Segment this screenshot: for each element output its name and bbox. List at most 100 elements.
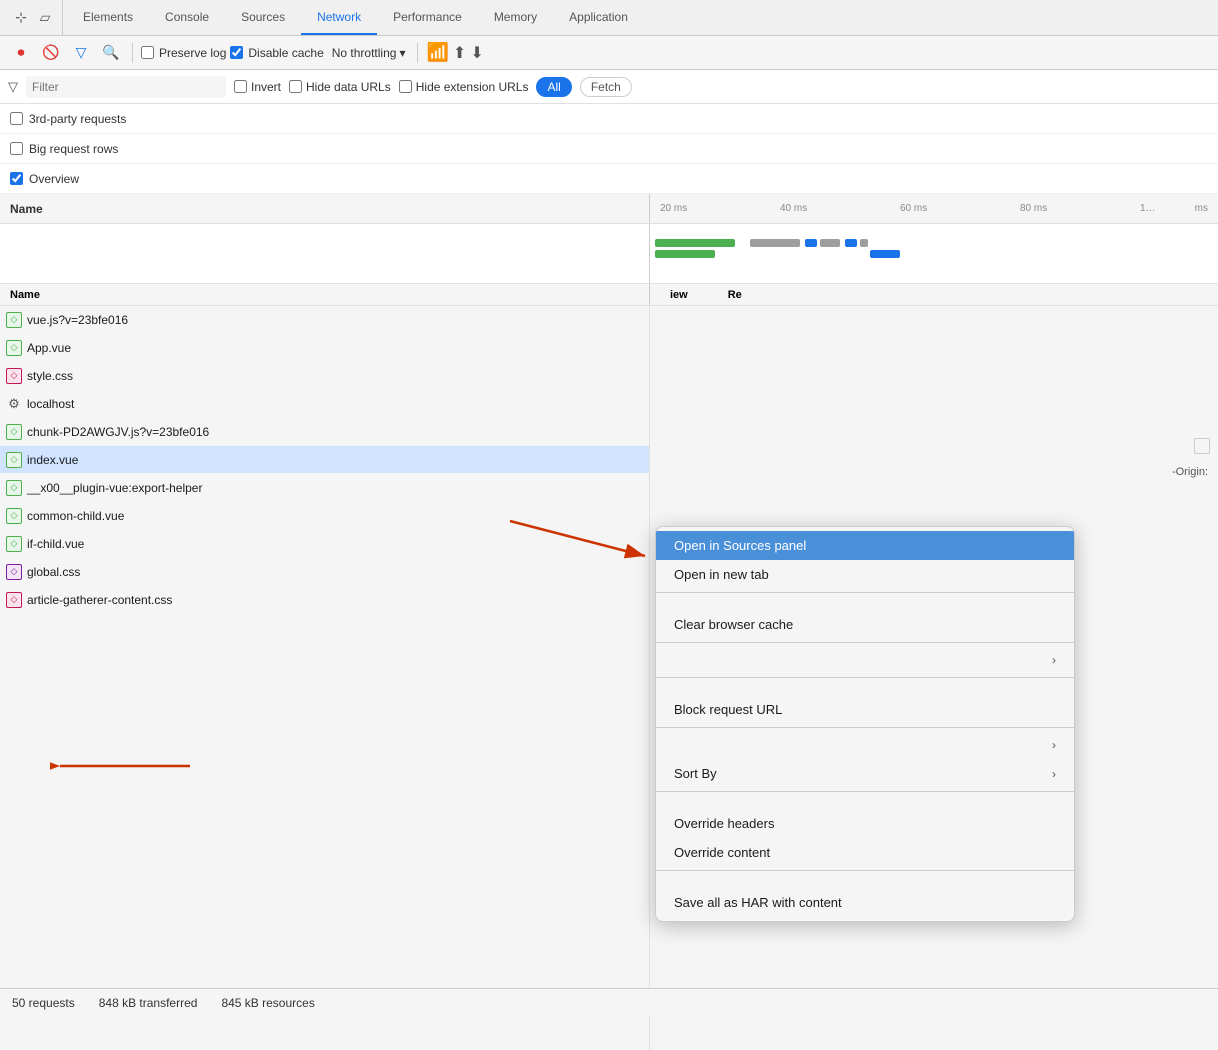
tab-application[interactable]: Application <box>553 0 644 35</box>
context-menu: Open in Sources panel Open in new tab Cl… <box>655 526 1075 922</box>
ctx-block-domain[interactable]: Block request URL <box>656 695 1074 724</box>
request-row[interactable]: ◇ global.css <box>0 558 649 586</box>
clear-button[interactable]: 🚫 <box>38 40 64 66</box>
tab-elements[interactable]: Elements <box>67 0 149 35</box>
big-request-rows-checkbox[interactable] <box>10 142 23 155</box>
devtools-icons: ⊹ ▱ <box>4 0 63 35</box>
options-row-3: Overview <box>0 164 1218 194</box>
filter-bar: ▽ Invert Hide data URLs Hide extension U… <box>0 70 1218 104</box>
timeline-chart <box>0 224 1218 284</box>
big-request-rows-label[interactable]: Big request rows <box>10 142 118 156</box>
tab-performance[interactable]: Performance <box>377 0 478 35</box>
hide-extension-urls-label[interactable]: Hide extension URLs <box>399 80 529 94</box>
third-party-checkbox[interactable] <box>10 112 23 125</box>
hide-extension-urls-checkbox[interactable] <box>399 80 412 93</box>
inspect-icon[interactable]: ⊹ <box>12 9 30 27</box>
throttle-selector[interactable]: No throttling ▾ <box>328 44 410 62</box>
disable-cache-checkbox[interactable] <box>230 46 243 59</box>
tab-network[interactable]: Network <box>301 0 377 35</box>
requests-count: 50 requests <box>12 996 75 1010</box>
request-row[interactable]: ◇ common-child.vue <box>0 502 649 530</box>
tab-sources[interactable]: Sources <box>225 0 301 35</box>
preserve-log-checkbox[interactable] <box>141 46 154 59</box>
request-row[interactable]: ◇ vue.js?v=23bfe016 <box>0 306 649 334</box>
css-icon: ◇ <box>6 368 22 384</box>
ctx-override-content[interactable]: Override headers <box>656 809 1074 838</box>
vue-icon: ◇ <box>6 536 22 552</box>
vue-icon: ◇ <box>6 424 22 440</box>
ruler-60ms: 60 ms <box>900 203 927 214</box>
ctx-override-headers[interactable] <box>656 795 1074 809</box>
ruler-20ms: 20 ms <box>660 203 687 214</box>
ctx-save-as[interactable]: Save all as HAR with content <box>656 888 1074 917</box>
ctx-sep-6 <box>656 870 1074 871</box>
hide-data-urls-checkbox[interactable] <box>289 80 302 93</box>
filter-toggle-button[interactable]: ▽ <box>68 40 94 66</box>
vue-icon: ◇ <box>6 452 22 468</box>
separator-1 <box>132 43 133 63</box>
record-button[interactable]: ⏺ <box>8 40 34 66</box>
ctx-header-options[interactable]: Sort By › <box>656 759 1074 788</box>
timeline-chart-left <box>0 224 650 283</box>
device-mode-icon[interactable]: ▱ <box>36 9 54 27</box>
ctx-copy[interactable]: › <box>656 646 1074 674</box>
ctx-header-arrow: › <box>1052 767 1056 781</box>
chart-bar-blue-1 <box>805 239 817 247</box>
tabs-container: Elements Console Sources Network Perform… <box>67 0 644 35</box>
chart-bar-green-2 <box>655 250 715 258</box>
ruler-80ms: 80 ms <box>1020 203 1047 214</box>
filter-fetch-button[interactable]: Fetch <box>580 77 632 97</box>
tab-console[interactable]: Console <box>149 0 225 35</box>
ctx-show-overrides[interactable]: Override content <box>656 838 1074 867</box>
main-content: 3rd-party requests Big request rows Over… <box>0 104 1218 1050</box>
options-row-1: 3rd-party requests <box>0 104 1218 134</box>
ctx-sep-2 <box>656 642 1074 643</box>
ctx-sep-4 <box>656 727 1074 728</box>
request-row[interactable]: ⚙ localhost <box>0 390 649 418</box>
invert-checkbox[interactable] <box>234 80 247 93</box>
request-row-selected[interactable]: ◇ index.vue <box>0 446 649 474</box>
hide-data-urls-label[interactable]: Hide data URLs <box>289 80 391 94</box>
network-toolbar: ⏺ 🚫 ▽ 🔍 Preserve log Disable cache No th… <box>0 36 1218 70</box>
ctx-clear-cache[interactable] <box>656 596 1074 610</box>
overview-label[interactable]: Overview <box>10 172 79 186</box>
chart-bar-gray-2 <box>820 239 840 247</box>
ctx-open-new-tab[interactable]: Open in new tab <box>656 560 1074 589</box>
ctx-save-har[interactable] <box>656 874 1074 888</box>
chevron-down-icon: ▾ <box>399 46 405 60</box>
transferred-size: 848 kB transferred <box>99 996 198 1010</box>
css-icon-2: ◇ <box>6 592 22 608</box>
overview-checkbox[interactable] <box>10 172 23 185</box>
third-party-label[interactable]: 3rd-party requests <box>10 112 126 126</box>
request-row[interactable]: ◇ if-child.vue <box>0 530 649 558</box>
search-button[interactable]: 🔍 <box>98 40 124 66</box>
vue-icon: ◇ <box>6 312 22 328</box>
right-col-checkbox-area <box>1194 438 1210 454</box>
request-row[interactable]: ◇ App.vue <box>0 334 649 362</box>
timeline-chart-right <box>650 224 1218 283</box>
ruler-ms: ms <box>1195 203 1208 214</box>
ctx-open-sources[interactable]: Open in Sources panel <box>656 531 1074 560</box>
invert-label[interactable]: Invert <box>234 80 281 94</box>
right-col-text-1: -Origin: <box>1172 466 1208 478</box>
response-col-header: Re <box>728 289 742 301</box>
chart-bar-gray-3 <box>860 239 868 247</box>
vue-icon: ◇ <box>6 480 22 496</box>
timeline-ruler: 20 ms 40 ms 60 ms 80 ms 1… ms <box>650 194 1218 223</box>
request-row[interactable]: ◇ style.css <box>0 362 649 390</box>
request-row[interactable]: ◇ chunk-PD2AWGJV.js?v=23bfe016 <box>0 418 649 446</box>
filter-input[interactable] <box>26 76 226 98</box>
filter-all-button[interactable]: All <box>536 77 571 97</box>
preserve-log-label[interactable]: Preserve log <box>141 46 226 60</box>
ctx-clear-cookies[interactable]: Clear browser cache <box>656 610 1074 639</box>
tab-memory[interactable]: Memory <box>478 0 553 35</box>
request-row[interactable]: ◇ __x00__plugin-vue:export-helper <box>0 474 649 502</box>
disable-cache-label[interactable]: Disable cache <box>230 46 323 60</box>
request-row[interactable]: ◇ article-gatherer-content.css <box>0 586 649 614</box>
ctx-sort-arrow: › <box>1052 738 1056 752</box>
gear-icon: ⚙ <box>6 396 22 412</box>
options-row-2: Big request rows <box>0 134 1218 164</box>
vue-icon: ◇ <box>6 340 22 356</box>
ctx-sort-by[interactable]: › <box>656 731 1074 759</box>
ctx-block-url[interactable] <box>656 681 1074 695</box>
